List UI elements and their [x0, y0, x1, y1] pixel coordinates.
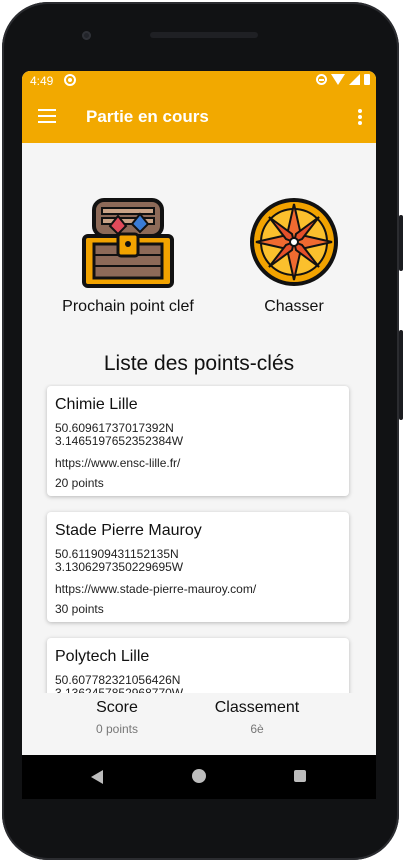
status-bar: 4:49 [22, 71, 376, 91]
treasure-chest-icon [80, 194, 176, 290]
key-point-url[interactable]: https://www.ensc-lille.fr/ [55, 456, 180, 470]
score-value: 0 points [95, 722, 139, 736]
wifi-icon [331, 74, 345, 85]
ranking-title: Classement [214, 699, 300, 716]
recents-icon[interactable] [294, 770, 306, 782]
ranking-stat: Classement 6è [207, 699, 307, 736]
sync-icon [64, 74, 76, 86]
score-bar: Score 0 points Classement 6è [22, 693, 376, 755]
back-icon[interactable] [91, 770, 103, 784]
key-point-name: Polytech Lille [55, 648, 150, 665]
key-point-name: Chimie Lille [55, 396, 138, 413]
home-icon[interactable] [192, 769, 206, 783]
hunt-button[interactable]: Chasser [249, 194, 339, 316]
compass-rose-icon [249, 194, 339, 290]
status-icons [316, 74, 370, 85]
key-point-latitude: 50.607782321056426N [55, 673, 181, 687]
do-not-disturb-icon [316, 74, 327, 85]
key-point-name: Stade Pierre Mauroy [55, 522, 202, 539]
key-point-url[interactable]: https://www.stade-pierre-mauroy.com/ [55, 582, 256, 596]
hamburger-menu-icon[interactable] [38, 109, 56, 123]
key-point-latitude: 50.60961737017392N [55, 421, 174, 435]
status-time: 4:49 [30, 74, 54, 88]
list-item[interactable]: Chimie Lille 50.60961737017392N 3.146519… [47, 386, 349, 496]
next-key-point-label: Prochain point clef [62, 298, 194, 315]
system-nav-bar [22, 755, 376, 799]
battery-icon [364, 74, 370, 85]
key-points-list[interactable]: Chimie Lille 50.60961737017392N 3.146519… [22, 384, 376, 694]
app-bar: Partie en cours [22, 91, 376, 143]
score-title: Score [96, 699, 138, 716]
front-camera [82, 31, 91, 40]
ranking-value: 6è [250, 722, 264, 736]
key-point-longitude: 3.1306297350229695W [55, 560, 184, 574]
signal-icon [349, 74, 360, 85]
key-point-points: 30 points [55, 602, 104, 616]
hunt-label: Chasser [264, 298, 324, 315]
key-points-heading: Liste des points-clés [103, 352, 295, 375]
more-vert-icon[interactable] [358, 109, 362, 125]
next-key-point-button[interactable]: Prochain point clef [57, 194, 199, 316]
list-item[interactable]: Polytech Lille 50.607782321056426N 3.136… [47, 638, 349, 694]
key-point-longitude: 3.1465197652352384W [55, 434, 184, 448]
volume-button [399, 215, 403, 271]
list-item[interactable]: Stade Pierre Mauroy 50.611909431152135N … [47, 512, 349, 622]
app-screen: 4:49 Partie en cours Prochain point clef… [22, 71, 376, 755]
key-point-points: 20 points [55, 476, 104, 490]
power-button [399, 330, 403, 420]
key-point-latitude: 50.611909431152135N [55, 547, 179, 561]
page-title: Partie en cours [86, 107, 209, 126]
score-stat: Score 0 points [72, 699, 162, 736]
speaker-grille [150, 32, 258, 38]
